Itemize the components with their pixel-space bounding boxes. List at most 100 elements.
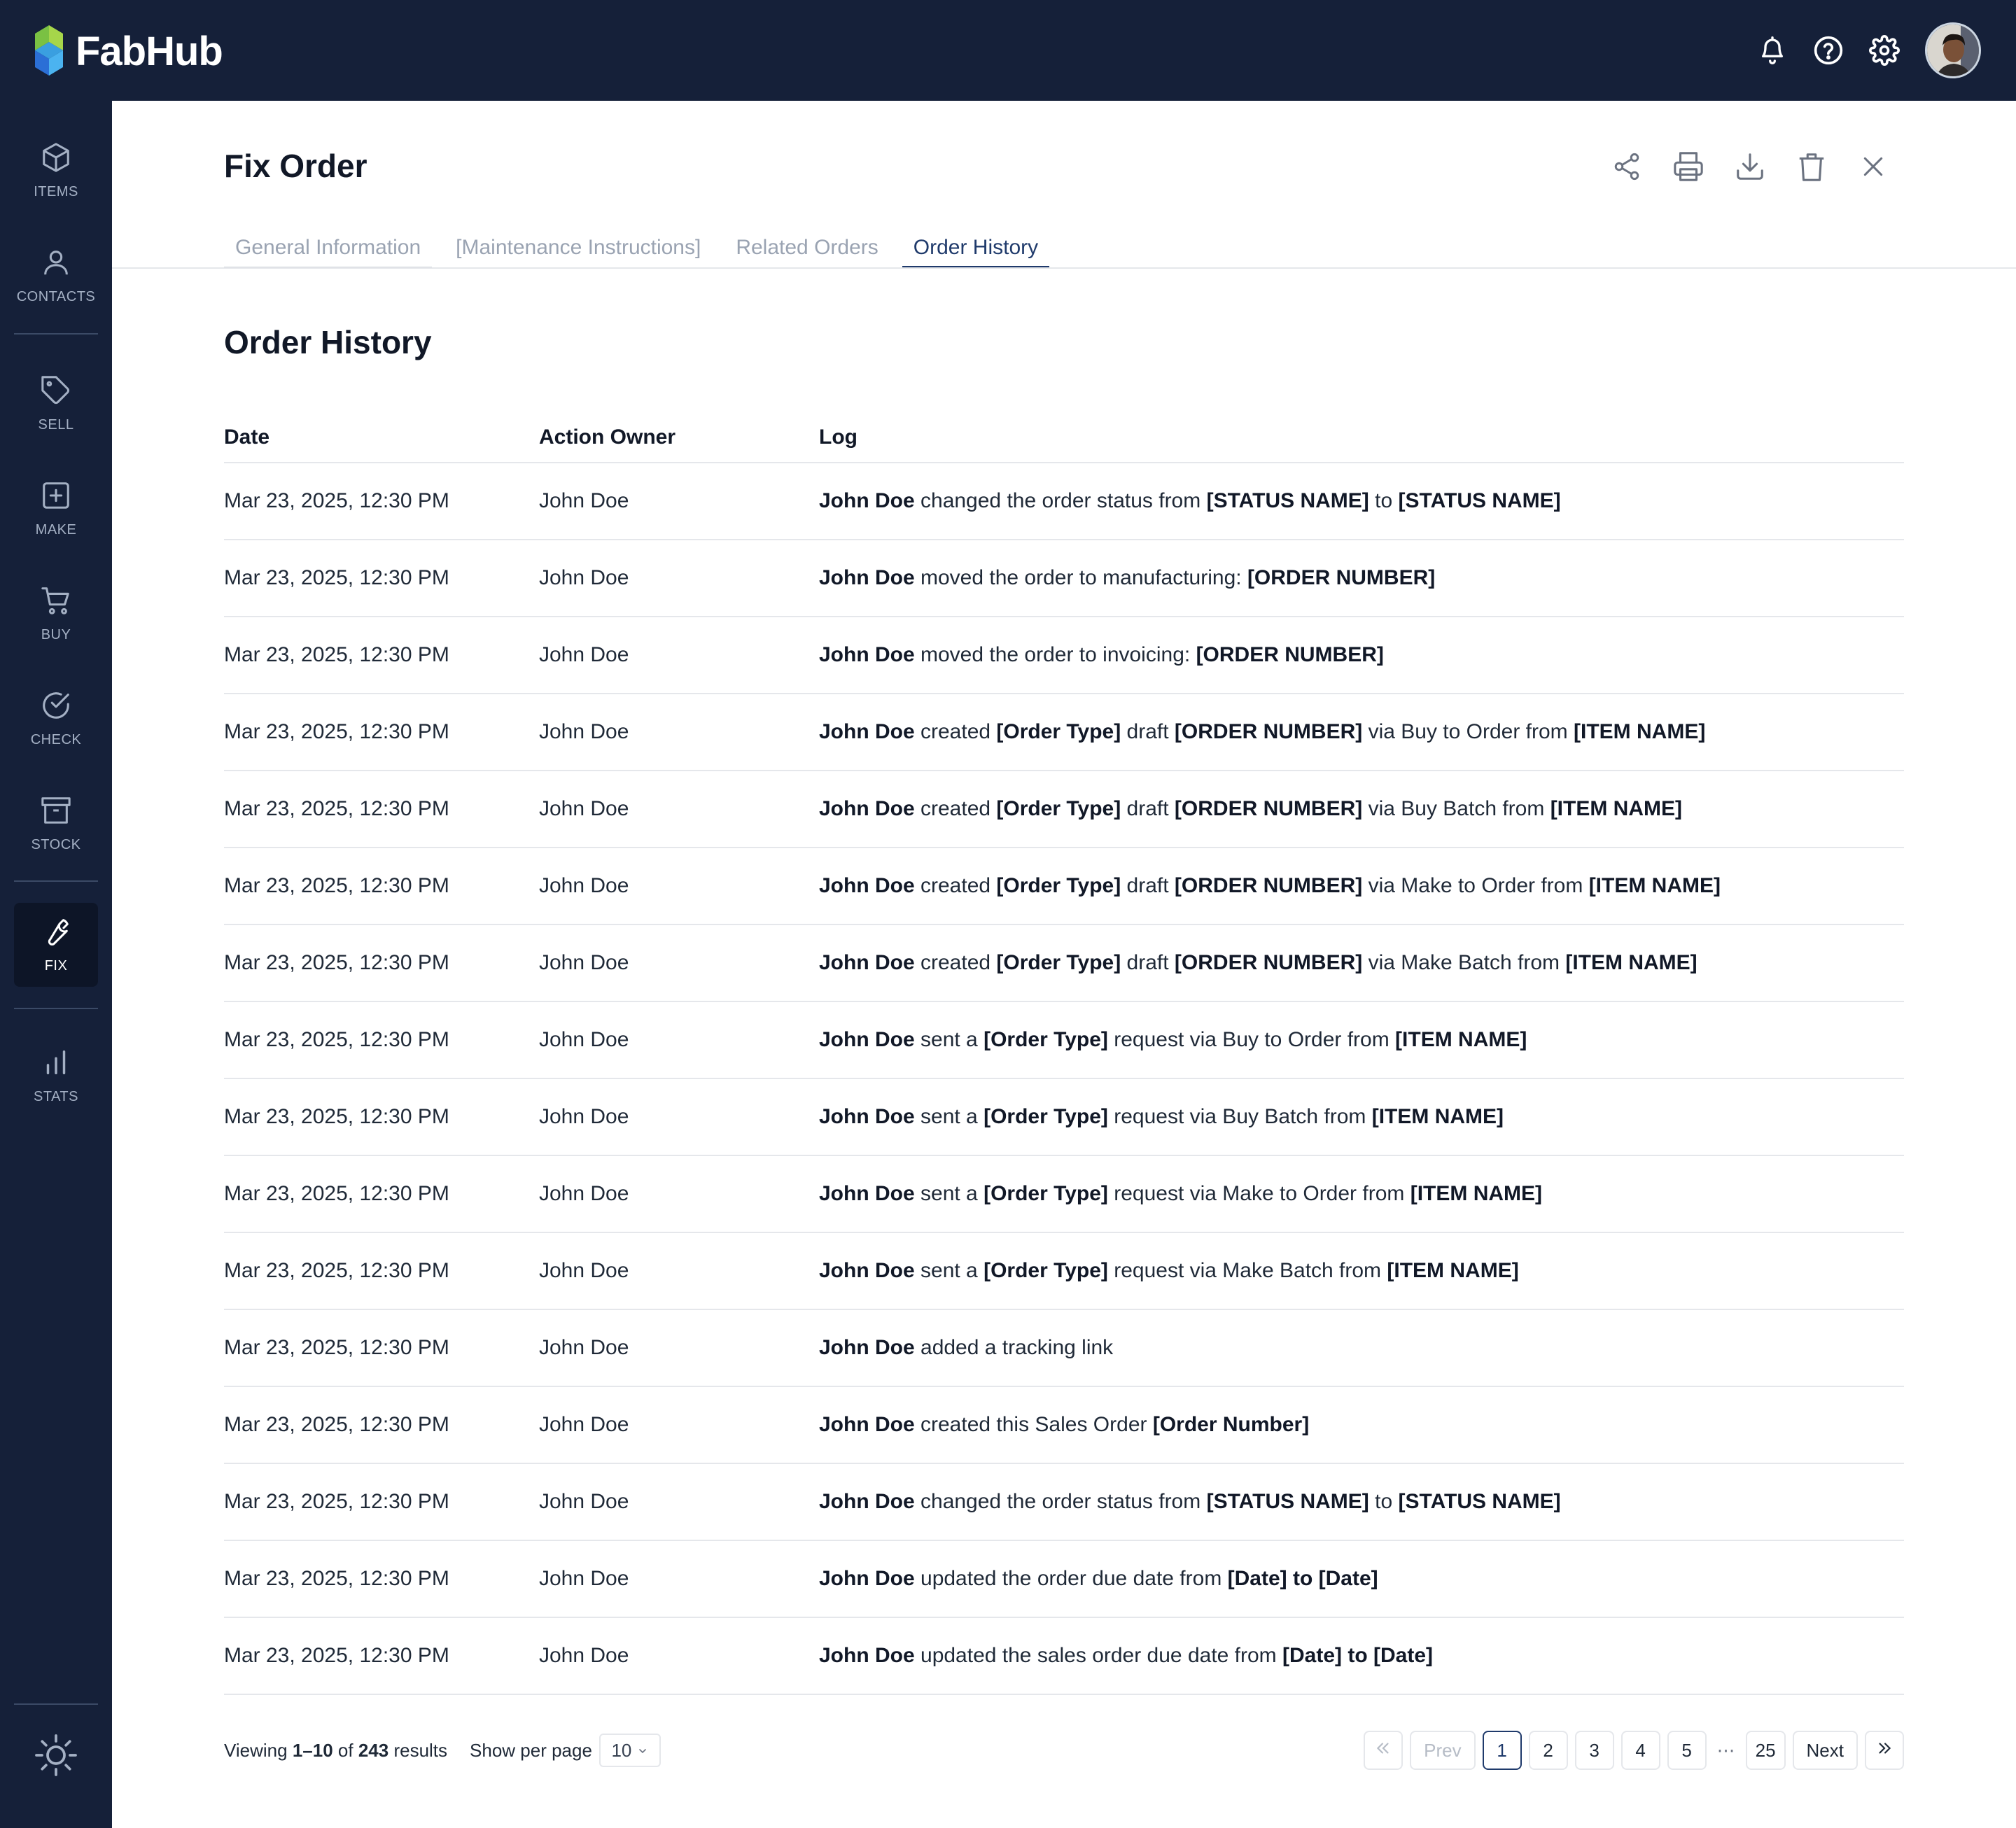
log-emphasis: [ORDER NUMBER] xyxy=(1174,720,1363,743)
check-circle-icon xyxy=(40,689,72,725)
cell-date: Mar 23, 2025, 12:30 PM xyxy=(224,1028,449,1051)
log-emphasis: [ITEM NAME] xyxy=(1395,1028,1527,1051)
prev-button[interactable]: Prev xyxy=(1410,1731,1476,1770)
download-icon[interactable] xyxy=(1733,150,1767,183)
cell-date: Mar 23, 2025, 12:30 PM xyxy=(224,1259,449,1282)
log-emphasis: John Doe xyxy=(819,874,915,897)
app-logo[interactable]: FabHub xyxy=(31,21,223,82)
log-text: created xyxy=(914,720,997,743)
last-page-button[interactable] xyxy=(1865,1731,1904,1770)
log-text: sent a xyxy=(914,1182,984,1205)
cell-date: Mar 23, 2025, 12:30 PM xyxy=(224,1413,449,1436)
log-emphasis: [ORDER NUMBER] xyxy=(1196,643,1384,666)
log-text: request via Make Batch from xyxy=(1107,1259,1387,1282)
sidebar-item-label: FIX xyxy=(44,958,68,973)
page-button-4[interactable]: 4 xyxy=(1620,1731,1660,1770)
column-header-log: Log xyxy=(819,426,858,449)
log-emphasis: [Order Type] xyxy=(996,797,1121,820)
avatar[interactable] xyxy=(1925,22,1981,78)
trash-icon[interactable] xyxy=(1795,150,1828,183)
log-emphasis: John Doe xyxy=(819,1490,915,1513)
cell-date: Mar 23, 2025, 12:30 PM xyxy=(224,797,449,820)
pagination: Prev 1 2 3 4 5 ⋯ 25 Next xyxy=(1357,1731,1904,1770)
page-button-1[interactable]: 1 xyxy=(1482,1731,1522,1770)
cell-action-owner: John Doe xyxy=(539,720,629,743)
bell-icon[interactable] xyxy=(1757,35,1788,66)
close-icon[interactable] xyxy=(1856,150,1890,183)
cell-action-owner: John Doe xyxy=(539,489,629,512)
gear-icon[interactable] xyxy=(1869,35,1900,66)
page-button-5[interactable]: 5 xyxy=(1667,1731,1707,1770)
log-text: request via Buy Batch from xyxy=(1107,1105,1372,1128)
page-button-3[interactable]: 3 xyxy=(1574,1731,1614,1770)
sidebar-item-contacts[interactable]: CONTACTS xyxy=(14,234,98,318)
cell-action-owner: John Doe xyxy=(539,1182,629,1205)
sidebar-item-sell[interactable]: SELL xyxy=(14,362,98,446)
log-emphasis: John Doe xyxy=(819,797,915,820)
cell-action-owner: John Doe xyxy=(539,643,629,666)
sidebar-item-check[interactable]: CHECK xyxy=(14,677,98,761)
tab-order-history[interactable]: Order History xyxy=(902,232,1050,269)
table-row: Mar 23, 2025, 12:30 PM John Doe John Doe u… xyxy=(224,1541,1904,1618)
tab-general-information[interactable]: General Information xyxy=(224,232,433,269)
sidebar-divider xyxy=(14,333,98,335)
print-icon[interactable] xyxy=(1672,150,1705,183)
page-title: Fix Order xyxy=(224,148,368,184)
box-icon xyxy=(40,141,72,177)
cell-log: John Doe created [Order Type] draft [ORD… xyxy=(819,874,1904,898)
next-button[interactable]: Next xyxy=(1792,1731,1858,1770)
sidebar: ITEMS CONTACTS SELL MAKE BUY CHECK STOCK… xyxy=(0,101,112,1828)
wrench-icon xyxy=(40,915,72,951)
cell-action-owner: John Doe xyxy=(539,797,629,820)
cell-log: John Doe sent a [Order Type] request via… xyxy=(819,1028,1904,1052)
help-circle-icon[interactable] xyxy=(1813,35,1844,66)
table-header: Date Action Owner Log xyxy=(224,413,1904,463)
cell-date: Mar 23, 2025, 12:30 PM xyxy=(224,951,449,974)
per-page-select[interactable]: 10 xyxy=(598,1734,661,1767)
results-range: 1–10 xyxy=(292,1739,333,1761)
sidebar-item-stats[interactable]: STATS xyxy=(14,1034,98,1118)
sidebar-item-fix[interactable]: FIX xyxy=(14,903,98,987)
sidebar-item-items[interactable]: ITEMS xyxy=(14,129,98,213)
log-text: draft xyxy=(1121,797,1175,820)
log-text: moved the order to invoicing: xyxy=(914,643,1196,666)
cell-log: John Doe updated the sales order due dat… xyxy=(819,1644,1904,1668)
sidebar-item-label: STATS xyxy=(34,1089,78,1104)
log-emphasis: John Doe xyxy=(819,1028,915,1051)
first-page-button[interactable] xyxy=(1364,1731,1404,1770)
sidebar-item-stock[interactable]: STOCK xyxy=(14,782,98,866)
log-emphasis: [ITEM NAME] xyxy=(1410,1182,1543,1205)
cell-action-owner: John Doe xyxy=(539,874,629,897)
sidebar-divider xyxy=(14,880,98,882)
page-button-2[interactable]: 2 xyxy=(1528,1731,1568,1770)
log-emphasis: [ITEM NAME] xyxy=(1387,1259,1519,1282)
log-emphasis: [ITEM NAME] xyxy=(1574,720,1706,743)
plus-square-icon xyxy=(40,479,72,515)
fabhub-logo-icon xyxy=(31,21,66,82)
log-emphasis: John Doe xyxy=(819,489,915,512)
log-text: draft xyxy=(1121,951,1175,974)
results-summary: Viewing 1–10 of 243 results xyxy=(224,1739,448,1761)
page-button-25[interactable]: 25 xyxy=(1745,1731,1786,1770)
table-row: Mar 23, 2025, 12:30 PM John Doe John Doe s… xyxy=(224,1002,1904,1079)
cell-date: Mar 23, 2025, 12:30 PM xyxy=(224,566,449,589)
top-bar: FabHub xyxy=(0,0,2016,101)
log-emphasis: [STATUS NAME] xyxy=(1206,1490,1369,1513)
log-emphasis: [Order Type] xyxy=(983,1028,1108,1051)
log-text: moved the order to manufacturing: xyxy=(914,566,1247,589)
tab-bar: General Information [Maintenance Instruc… xyxy=(224,232,1062,269)
log-text: created xyxy=(914,874,997,897)
person-icon xyxy=(40,246,72,282)
tab-related-orders[interactable]: Related Orders xyxy=(724,232,889,269)
log-emphasis: [ITEM NAME] xyxy=(1371,1105,1504,1128)
results-total: 243 xyxy=(358,1739,389,1761)
sidebar-item-buy[interactable]: BUY xyxy=(14,572,98,656)
log-emphasis: John Doe xyxy=(819,1413,915,1436)
theme-toggle-button[interactable] xyxy=(14,1715,98,1799)
share-icon[interactable] xyxy=(1610,150,1644,183)
sidebar-divider xyxy=(14,1008,98,1009)
log-text: request via Make to Order from xyxy=(1107,1182,1410,1205)
tab-maintenance-instructions[interactable]: [Maintenance Instructions] xyxy=(444,232,712,269)
cell-log: John Doe moved the order to manufacturin… xyxy=(819,566,1904,590)
sidebar-item-make[interactable]: MAKE xyxy=(14,467,98,551)
